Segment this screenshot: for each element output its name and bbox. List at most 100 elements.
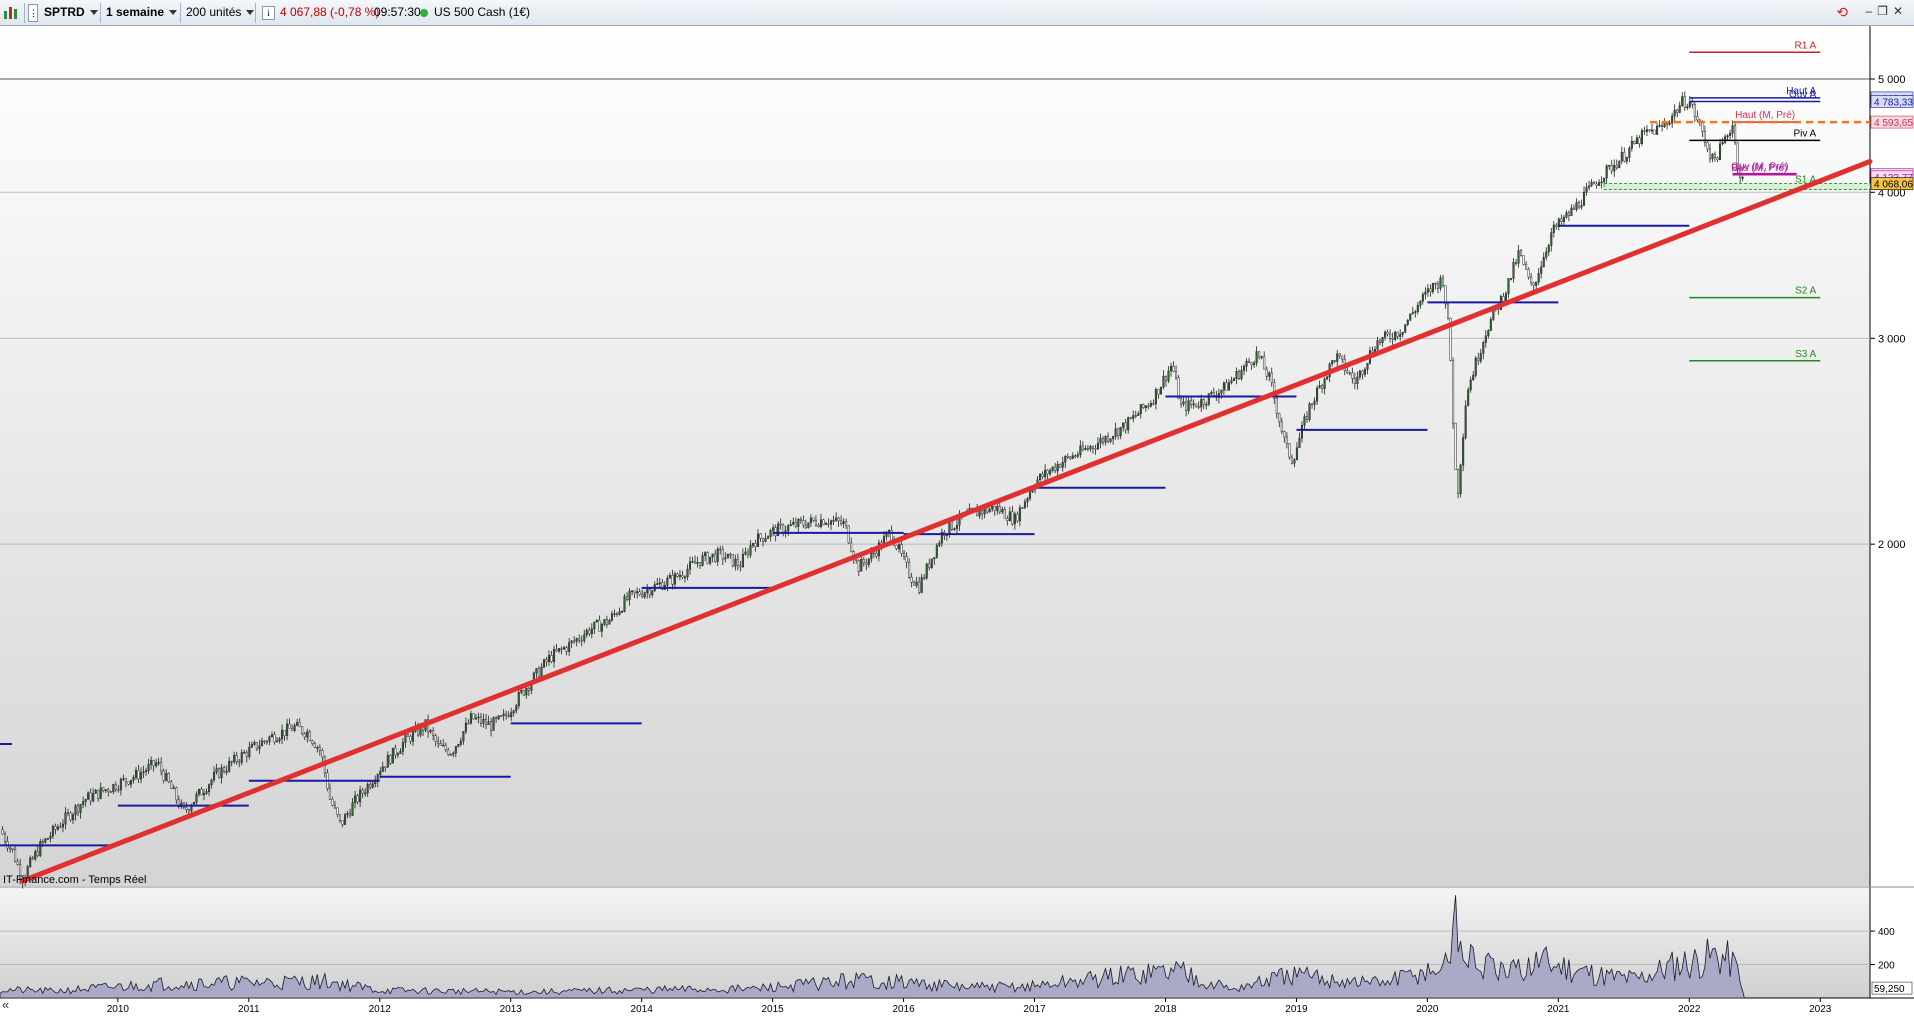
candle-up: [1726, 135, 1729, 138]
candle-up: [1021, 507, 1024, 509]
candle-down: [900, 544, 903, 554]
candle-up: [1620, 151, 1623, 162]
info-icon[interactable]: i: [262, 6, 275, 20]
candle-down: [694, 561, 697, 564]
scroll-left-icon[interactable]: «: [2, 997, 9, 1012]
candle-down: [1454, 422, 1457, 470]
candle-down: [59, 826, 62, 829]
candle-up: [701, 555, 704, 566]
candle-down: [1011, 511, 1014, 525]
candle-up: [147, 764, 150, 771]
candle-down: [255, 742, 258, 750]
candle-up: [1230, 380, 1233, 384]
candle-up: [72, 814, 75, 821]
chart-area[interactable]: 5 000 4 000 3 000 2 000 400 200 2010 2011 2012 20…: [0, 26, 1914, 1018]
monthly-level-label: Haut (M, Pré): [1735, 110, 1795, 121]
candle-up: [595, 619, 598, 623]
candle-down: [605, 619, 608, 625]
candle-up: [1167, 370, 1170, 382]
symbol-label: SPTRD: [44, 5, 85, 19]
candle-up: [1542, 256, 1545, 268]
candle-down: [913, 582, 916, 586]
candle-up: [29, 857, 32, 867]
candle-down: [263, 740, 266, 743]
window-controls: –❐✕: [1865, 4, 1908, 22]
pivot-level-label: R1 A: [1795, 40, 1817, 51]
candle-up: [157, 762, 160, 764]
year-tick-label: 2019: [1285, 1004, 1308, 1015]
close-icon[interactable]: ✕: [1893, 4, 1908, 18]
candle-up: [1149, 403, 1152, 407]
candle-down: [1164, 375, 1168, 382]
candle-down: [1633, 140, 1636, 144]
candle-up: [658, 582, 661, 585]
candle-down: [1716, 157, 1719, 161]
candle-up: [1001, 508, 1004, 513]
price-axis-label: 4 593,65: [1874, 118, 1913, 129]
year-tick-label: 2023: [1809, 1004, 1832, 1015]
candle-up: [122, 778, 125, 780]
chart-logo-icon[interactable]: [3, 4, 21, 22]
candle-down: [301, 726, 304, 734]
candle-up: [34, 851, 37, 860]
candle-down: [759, 533, 762, 539]
price-tick-label: 2 000: [1878, 539, 1906, 551]
year-tick-label: 2014: [631, 1004, 654, 1015]
restore-icon[interactable]: ❐: [1877, 4, 1893, 18]
candle-up: [1303, 416, 1306, 426]
candle-up: [1232, 378, 1236, 381]
quote-time: 09:57:30: [374, 5, 421, 19]
candle-up: [777, 523, 780, 537]
candle-up: [56, 826, 59, 830]
candle-down: [31, 857, 34, 860]
candle-up: [867, 558, 870, 565]
candle-up: [359, 789, 362, 803]
candle-down: [837, 517, 840, 522]
candle-up: [668, 575, 671, 579]
candle-down: [479, 716, 483, 724]
candle-down: [731, 554, 734, 567]
symbol-dropdown[interactable]: SPTRD: [44, 3, 98, 22]
candle-down: [862, 558, 865, 564]
candle-up: [46, 838, 49, 840]
candle-down: [283, 729, 286, 736]
candle-up: [343, 814, 347, 825]
candle-up: [386, 754, 389, 768]
year-tick-label: 2013: [500, 1004, 523, 1015]
candle-up: [150, 760, 153, 765]
candle-down: [1016, 513, 1019, 522]
price-chart[interactable]: 5 0004 0003 0002 0004002002010 2011 2012 20…: [0, 26, 1914, 1018]
units-dropdown[interactable]: 200 unités: [186, 3, 255, 22]
candle-up: [1550, 232, 1553, 246]
candle-down: [895, 545, 898, 549]
candle-up: [1358, 370, 1361, 378]
candle-up: [462, 731, 465, 742]
candle-down: [1572, 207, 1575, 210]
candle-up: [452, 752, 455, 755]
candle-up: [220, 767, 223, 778]
separator: [24, 3, 25, 23]
candle-down: [1661, 125, 1664, 127]
candle-down: [1436, 283, 1439, 289]
candle-up: [112, 784, 115, 792]
candle-up: [1245, 360, 1248, 367]
candle-down: [648, 589, 651, 596]
candle-up: [1220, 389, 1223, 394]
candle-down: [439, 743, 442, 746]
refresh-icon[interactable]: ⟲: [1836, 4, 1848, 21]
mode-icon[interactable]: ⋮: [28, 4, 38, 22]
candle-down: [1054, 466, 1057, 472]
candle-up: [542, 659, 545, 668]
candle-up: [1681, 96, 1684, 106]
candle-down: [349, 813, 352, 816]
candle-up: [749, 545, 752, 556]
candle-up: [996, 506, 999, 511]
candle-up: [1076, 454, 1079, 457]
period-dropdown[interactable]: 1 semaine: [106, 3, 178, 22]
candle-up: [1071, 455, 1074, 459]
candle-up: [656, 583, 659, 585]
price-change: 4 067,88 (-0,78 %): [280, 5, 380, 19]
candle-down: [774, 527, 777, 537]
minimize-icon[interactable]: –: [1865, 4, 1877, 18]
candle-down: [409, 736, 412, 742]
